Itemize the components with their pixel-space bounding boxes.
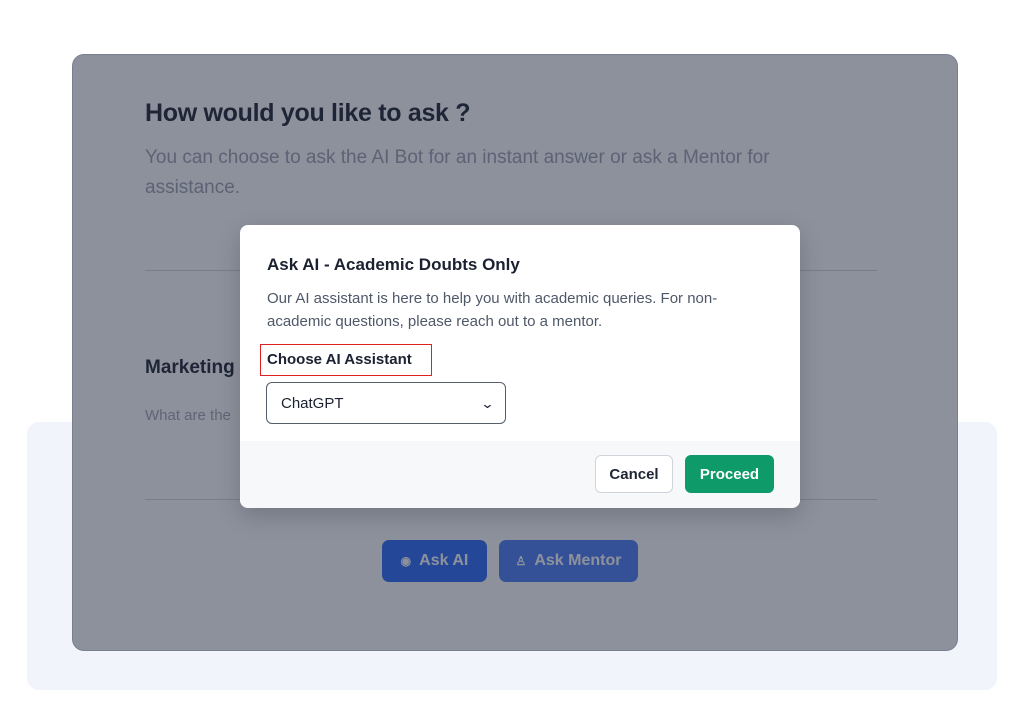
ai-assistant-select[interactable]: ChatGPT ⌄ — [266, 382, 506, 424]
modal-footer: Cancel Proceed — [240, 441, 800, 508]
modal-title: Ask AI - Academic Doubts Only — [267, 255, 520, 274]
ask-ai-modal: Ask AI - Academic Doubts Only Our AI ass… — [240, 225, 800, 508]
cancel-button[interactable]: Cancel — [595, 455, 673, 493]
select-value: ChatGPT — [281, 394, 344, 412]
chevron-down-icon: ⌄ — [480, 396, 495, 411]
proceed-button[interactable]: Proceed — [685, 455, 774, 493]
choose-ai-assistant-label: Choose AI Assistant — [267, 351, 412, 368]
modal-description: Our AI assistant is here to help you wit… — [267, 290, 718, 330]
